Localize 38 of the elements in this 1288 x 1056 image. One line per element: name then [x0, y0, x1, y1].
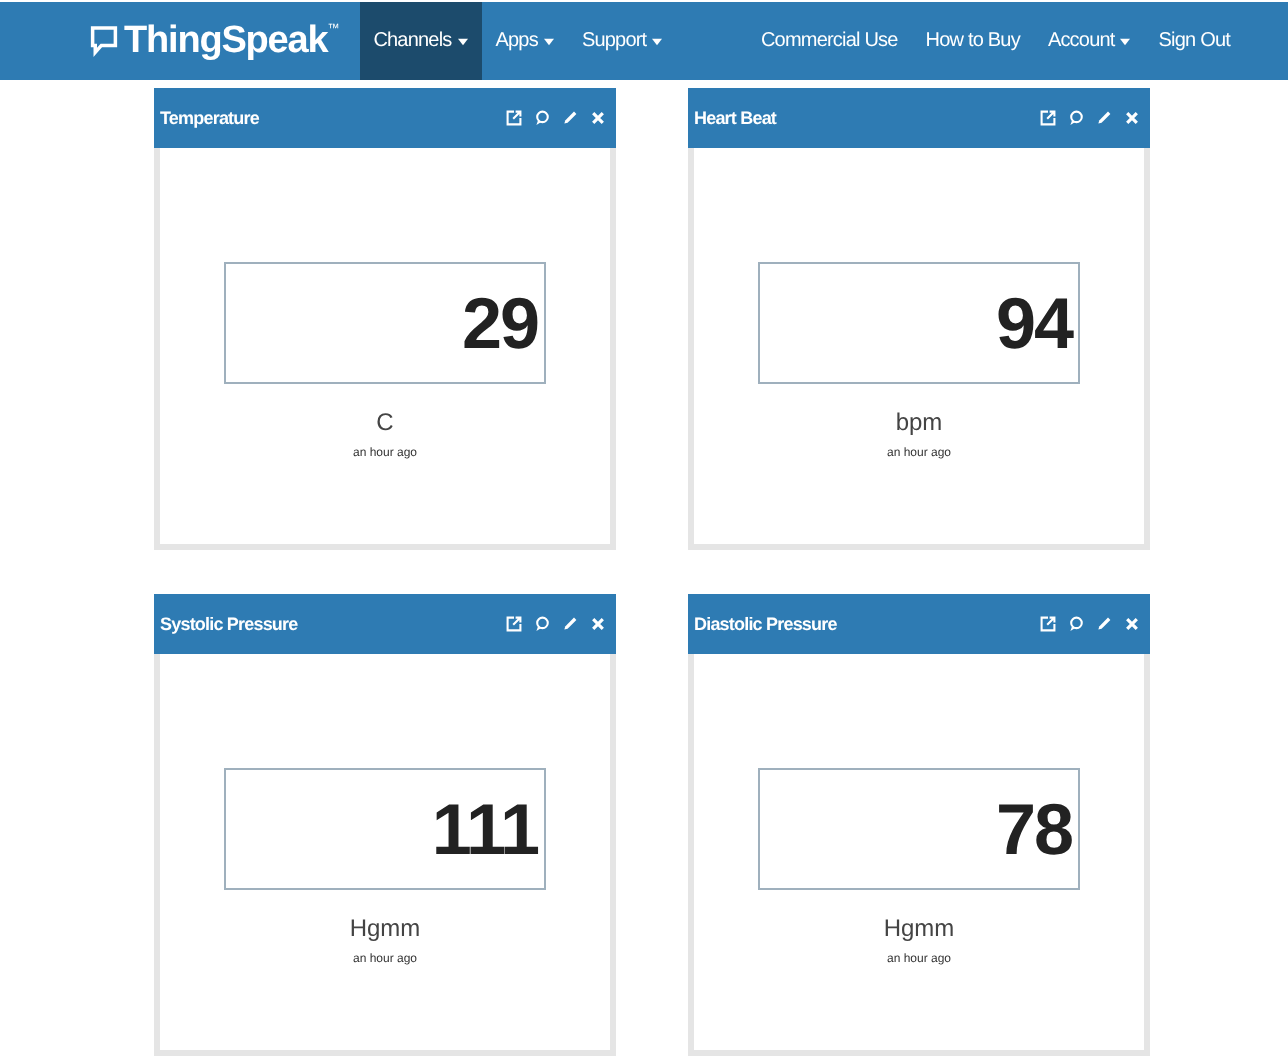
widget-title: Heart Beat [694, 108, 777, 128]
value-display: 111 [224, 768, 546, 890]
unit-label: Hgmm [883, 914, 955, 942]
close-icon[interactable] [590, 616, 606, 632]
widget-title: Diastolic Pressure [694, 614, 837, 634]
close-icon[interactable] [590, 110, 606, 126]
comment-icon[interactable] [1068, 110, 1084, 126]
value-display: 94 [758, 262, 1080, 384]
close-icon[interactable] [1124, 110, 1140, 126]
widget-title: Temperature [160, 108, 259, 128]
nav-menu-item[interactable]: Apps [481, 2, 568, 80]
unit-label: bpm [895, 408, 943, 436]
nav-menu-item[interactable]: Sign Out [1144, 2, 1244, 80]
comment-icon[interactable] [534, 616, 550, 632]
widget-title: Systolic Pressure [160, 614, 298, 634]
external-link-icon[interactable] [506, 110, 522, 126]
external-link-icon[interactable] [1040, 110, 1056, 126]
unit-label: Hgmm [349, 914, 421, 942]
comment-icon[interactable] [1068, 616, 1084, 632]
speech-bubble-icon [90, 24, 118, 58]
pencil-icon[interactable] [1096, 616, 1112, 632]
trademark-mark: ™ [327, 24, 340, 36]
nav-menu-item[interactable]: Channels [359, 2, 482, 80]
pencil-icon[interactable] [1096, 110, 1112, 126]
comment-icon[interactable] [534, 110, 550, 126]
unit-label: C [376, 408, 394, 436]
nav-menu-item[interactable]: Support [567, 2, 677, 80]
close-icon[interactable] [1124, 616, 1140, 632]
value-display: 29 [224, 262, 546, 384]
logo[interactable]: ThingSpeak$^{™}$ [90, 2, 340, 80]
nav-menu-item[interactable]: Account [1033, 2, 1145, 80]
pencil-icon[interactable] [562, 110, 578, 126]
nav-menu-item[interactable]: How to Buy [911, 2, 1034, 80]
value-display: 78 [758, 768, 1080, 890]
external-link-icon[interactable] [506, 616, 522, 632]
external-link-icon[interactable] [1040, 616, 1056, 632]
nav-menu-item[interactable]: Commercial Use [746, 2, 912, 80]
pencil-icon[interactable] [562, 616, 578, 632]
